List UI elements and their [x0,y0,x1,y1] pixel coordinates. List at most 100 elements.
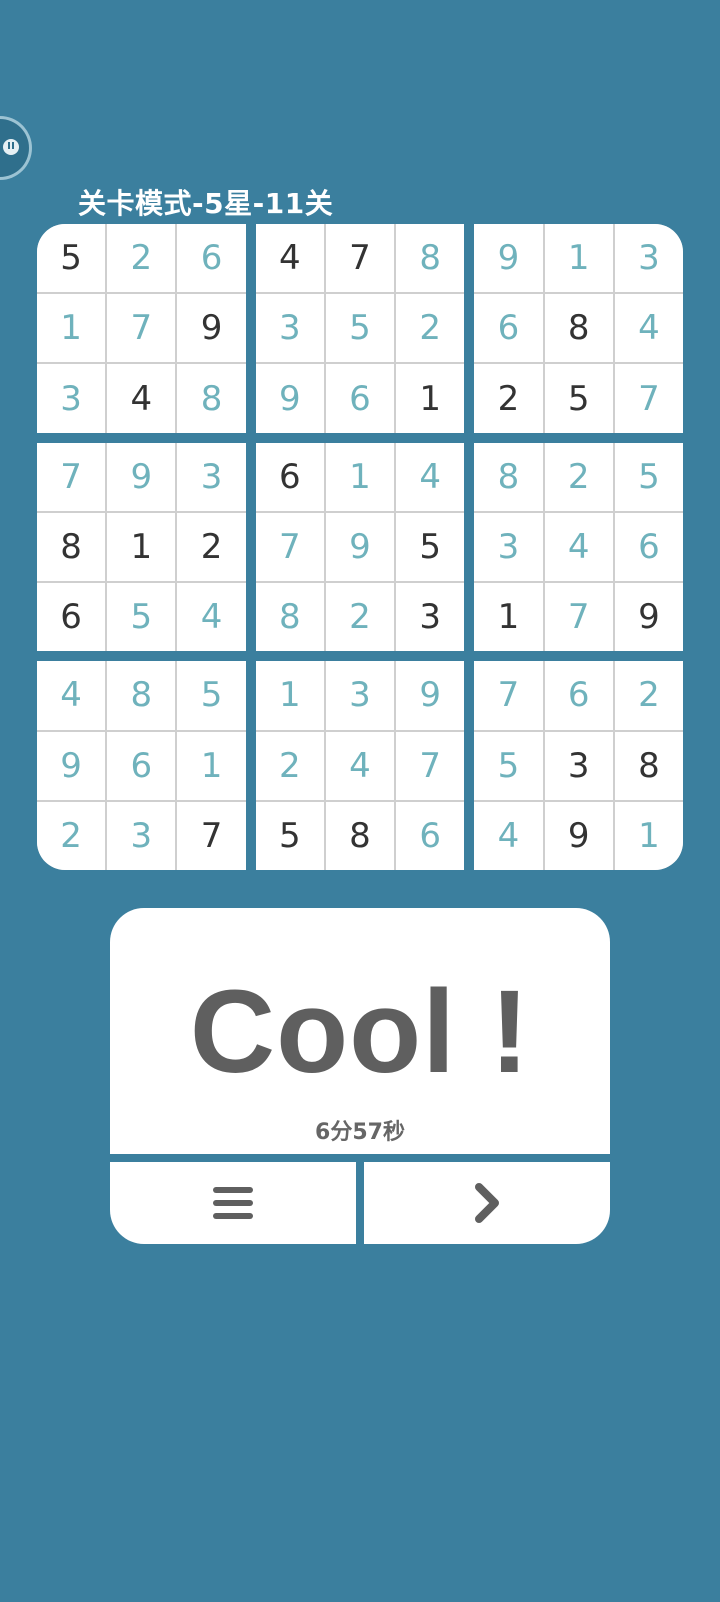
elapsed-time: 6分57秒 [315,1120,405,1145]
sudoku-cell[interactable]: 2 [325,583,395,652]
sudoku-cell[interactable]: 7 [177,801,246,870]
sudoku-cell[interactable]: 9 [177,294,246,363]
sudoku-cell[interactable]: 4 [614,294,683,363]
sudoku-cell[interactable]: 2 [255,731,324,800]
sudoku-cell[interactable]: 1 [177,731,246,800]
sudoku-cell[interactable]: 3 [325,661,395,730]
sudoku-box: 762 538 491 [474,661,683,870]
sudoku-cell[interactable]: 1 [396,364,465,433]
sudoku-cell[interactable]: 5 [474,731,543,800]
sudoku-box: 913 684 257 [474,224,683,433]
sudoku-cell[interactable]: 4 [325,731,395,800]
sudoku-cell[interactable]: 1 [544,224,613,293]
sudoku-cell[interactable]: 2 [614,661,683,730]
sudoku-cell[interactable]: 1 [474,583,543,652]
sudoku-cell[interactable]: 8 [396,224,465,293]
sudoku-cell[interactable]: 7 [107,294,176,363]
sudoku-cell[interactable]: 9 [544,801,613,870]
sudoku-cell[interactable]: 4 [177,583,246,652]
sudoku-cell[interactable]: 7 [325,224,395,293]
sudoku-box: 825 346 179 [474,442,683,652]
sudoku-cell[interactable]: 4 [396,442,465,511]
sudoku-cell[interactable]: 8 [255,583,324,652]
sudoku-cell[interactable]: 3 [396,583,465,652]
sudoku-cell[interactable]: 7 [544,583,613,652]
sudoku-cell[interactable]: 6 [544,661,613,730]
sudoku-box: 478 352 961 [255,224,465,433]
sudoku-box: 485 961 237 [37,661,246,870]
sudoku-cell[interactable]: 5 [396,512,465,582]
sudoku-cell[interactable]: 4 [255,224,324,293]
sudoku-cell[interactable]: 5 [255,801,324,870]
sudoku-box: 526 179 348 [37,224,246,433]
sudoku-cell[interactable]: 8 [474,442,543,511]
result-card: Cool ! 6分57秒 [110,908,610,1154]
sudoku-cell[interactable]: 2 [177,512,246,582]
sudoku-cell[interactable]: 8 [177,364,246,433]
sudoku-cell[interactable]: 4 [474,801,543,870]
chevron-right-icon [475,1183,499,1223]
sudoku-cell[interactable]: 7 [614,364,683,433]
sudoku-cell[interactable]: 8 [37,512,106,582]
sudoku-cell[interactable]: 1 [107,512,176,582]
sudoku-cell[interactable]: 9 [255,364,324,433]
sudoku-cell[interactable]: 1 [614,801,683,870]
sudoku-box: 793 812 654 [37,442,246,652]
sudoku-cell[interactable]: 8 [107,661,176,730]
pause-icon [3,139,19,155]
sudoku-board: 5261793484783529619136842577938126546147… [37,224,683,870]
sudoku-cell[interactable]: 3 [177,442,246,511]
sudoku-cell[interactable]: 7 [474,661,543,730]
sudoku-cell[interactable]: 3 [107,801,176,870]
result-message: Cool ! [189,966,531,1098]
sudoku-cell[interactable]: 6 [107,731,176,800]
sudoku-cell[interactable]: 4 [544,512,613,582]
sudoku-cell[interactable]: 2 [396,294,465,363]
sudoku-cell[interactable]: 2 [544,442,613,511]
sudoku-cell[interactable]: 2 [474,364,543,433]
sudoku-cell[interactable]: 3 [544,731,613,800]
sudoku-cell[interactable]: 8 [544,294,613,363]
sudoku-cell[interactable]: 4 [37,661,106,730]
sudoku-cell[interactable]: 6 [177,224,246,293]
sudoku-cell[interactable]: 7 [255,512,324,582]
sudoku-cell[interactable]: 8 [614,731,683,800]
menu-icon [213,1187,253,1219]
sudoku-cell[interactable]: 8 [325,801,395,870]
sudoku-cell[interactable]: 5 [177,661,246,730]
sudoku-cell[interactable]: 1 [255,661,324,730]
sudoku-cell[interactable]: 9 [396,661,465,730]
sudoku-cell[interactable]: 9 [474,224,543,293]
sudoku-cell[interactable]: 6 [614,512,683,582]
sudoku-cell[interactable]: 9 [107,442,176,511]
sudoku-cell[interactable]: 6 [325,364,395,433]
sudoku-cell[interactable]: 5 [614,442,683,511]
sudoku-cell[interactable]: 9 [614,583,683,652]
sudoku-cell[interactable]: 6 [37,583,106,652]
sudoku-cell[interactable]: 9 [325,512,395,582]
side-pause-tab[interactable] [0,116,32,180]
sudoku-cell[interactable]: 1 [325,442,395,511]
sudoku-cell[interactable]: 3 [37,364,106,433]
sudoku-cell[interactable]: 6 [255,442,324,511]
level-title: 关卡模式-5星-11关 [78,187,334,220]
sudoku-cell[interactable]: 2 [37,801,106,870]
sudoku-cell[interactable]: 3 [474,512,543,582]
sudoku-cell[interactable]: 3 [614,224,683,293]
sudoku-cell[interactable]: 1 [37,294,106,363]
sudoku-cell[interactable]: 9 [37,731,106,800]
sudoku-cell[interactable]: 2 [107,224,176,293]
sudoku-cell[interactable]: 4 [107,364,176,433]
menu-button[interactable] [110,1162,356,1244]
sudoku-cell[interactable]: 5 [325,294,395,363]
sudoku-cell[interactable]: 5 [544,364,613,433]
sudoku-cell[interactable]: 7 [396,731,465,800]
sudoku-cell[interactable]: 5 [37,224,106,293]
sudoku-box: 139 247 586 [255,661,465,870]
sudoku-cell[interactable]: 5 [107,583,176,652]
sudoku-cell[interactable]: 7 [37,442,106,511]
sudoku-cell[interactable]: 3 [255,294,324,363]
next-level-button[interactable] [364,1162,610,1244]
sudoku-cell[interactable]: 6 [396,801,465,870]
sudoku-cell[interactable]: 6 [474,294,543,363]
